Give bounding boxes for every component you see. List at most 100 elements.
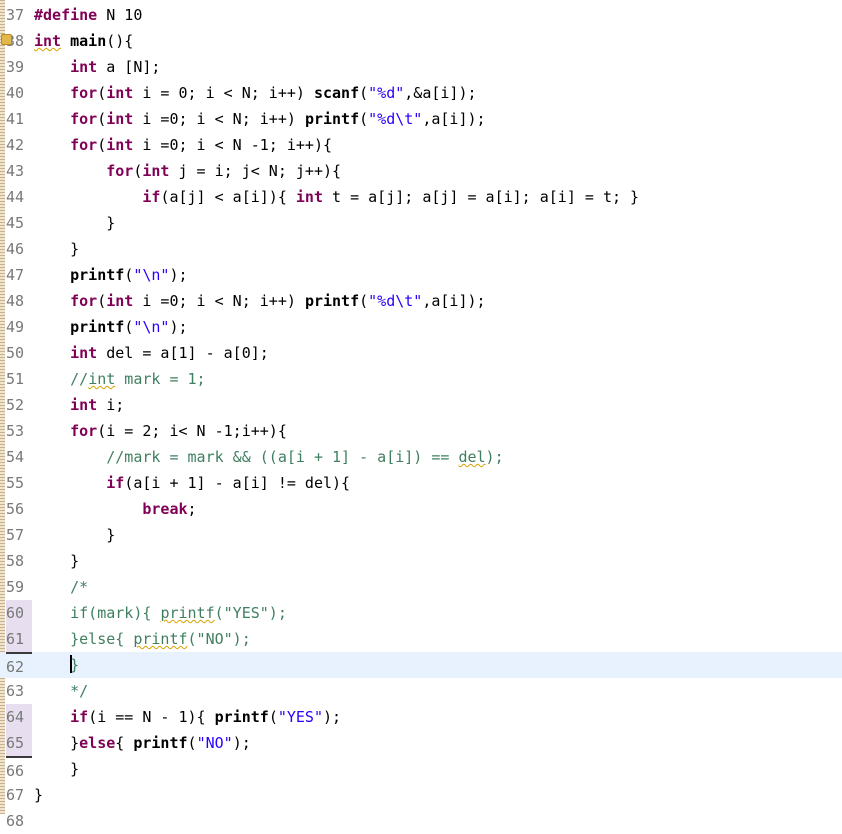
code-token: ( (97, 110, 107, 128)
code-text[interactable]: } (34, 522, 115, 548)
code-text[interactable]: for(i = 2; i< N -1;i++){ (34, 418, 287, 444)
code-text[interactable]: } (34, 548, 79, 574)
code-line[interactable]: 68 (0, 808, 842, 834)
code-line[interactable]: 58 } (0, 548, 842, 574)
code-token: ,a[i]); (422, 292, 486, 310)
code-text[interactable]: */ (34, 678, 88, 704)
code-line[interactable]: 46 } (0, 236, 842, 262)
code-line[interactable]: 61 }else{ printf("NO"); (0, 626, 842, 652)
code-text[interactable]: int a [N]; (34, 54, 160, 80)
code-line[interactable]: 48 for(int i =0; i < N; i++) printf("%d\… (0, 288, 842, 314)
code-text[interactable]: int i; (34, 392, 124, 418)
code-text[interactable]: #define N 10 (34, 2, 142, 28)
code-line[interactable]: 39 int a [N]; (0, 54, 842, 80)
code-token: int (34, 32, 62, 50)
code-text[interactable]: for(int i =0; i < N; i++) printf("%d\t",… (34, 106, 485, 132)
code-line[interactable]: 67} (0, 782, 842, 808)
code-text[interactable]: } (34, 652, 79, 678)
code-line[interactable]: 59 /* (0, 574, 842, 600)
code-token: del (458, 448, 486, 466)
line-number: 59 (6, 578, 25, 596)
code-text[interactable]: } (34, 210, 115, 236)
code-token: printf (133, 630, 188, 648)
code-token: ("NO"); (187, 630, 251, 648)
code-text[interactable]: if(i == N - 1){ printf("YES"); (34, 704, 341, 730)
code-text[interactable]: break; (34, 496, 196, 522)
code-line[interactable]: 64 if(i == N - 1){ printf("YES"); (0, 704, 842, 730)
code-line[interactable]: 55 if(a[i + 1] - a[i] != del){ (0, 470, 842, 496)
code-text[interactable]: } (34, 236, 79, 262)
code-text[interactable]: for(int i =0; i < N -1; i++){ (34, 132, 332, 158)
code-line[interactable]: 45 } (0, 210, 842, 236)
code-text[interactable]: for(int i = 0; i < N; i++) scanf("%d",&a… (34, 80, 476, 106)
code-line[interactable]: 57 } (0, 522, 842, 548)
code-text[interactable]: if(a[i + 1] - a[i] != del){ (34, 470, 350, 496)
code-text[interactable]: int main(){ (34, 28, 133, 54)
code-token: scanf (313, 84, 360, 102)
code-text[interactable]: for(int j = i; j< N; j++){ (34, 158, 341, 184)
code-token: del = a[1] - a[0]; (97, 344, 269, 362)
code-token: int (88, 370, 116, 388)
code-line[interactable]: 52 int i; (0, 392, 842, 418)
code-line[interactable]: 40 for(int i = 0; i < N; i++) scanf("%d"… (0, 80, 842, 106)
code-line[interactable]: 65 }else{ printf("NO"); (0, 730, 842, 756)
line-number: 63 (6, 682, 25, 700)
code-text[interactable]: }else{ printf("NO"); (34, 626, 251, 652)
code-token: }else{ (70, 630, 134, 648)
code-text[interactable]: //mark = mark && ((a[i + 1] - a[i]) == d… (34, 444, 503, 470)
code-text[interactable]: if(mark){ printf("YES"); (34, 600, 287, 626)
code-token: for (106, 162, 134, 180)
code-token: printf (70, 318, 125, 336)
code-token: } (34, 734, 80, 752)
code-line[interactable]: 60 if(mark){ printf("YES"); (0, 600, 842, 626)
code-text[interactable]: } (34, 756, 79, 782)
code-line[interactable]: 51 //int mark = 1; (0, 366, 842, 392)
code-line[interactable]: 37 #define N 10 (0, 2, 842, 28)
code-text[interactable]: } (34, 782, 43, 808)
code-line[interactable]: 56 break; (0, 496, 842, 522)
code-line[interactable]: 63 */ (0, 678, 842, 704)
code-text[interactable]: for(int i =0; i < N; i++) printf("%d\t",… (34, 288, 486, 314)
code-line[interactable]: 62 } (0, 652, 842, 678)
line-number: 44 (6, 188, 25, 206)
code-line[interactable]: 38 int main(){ (0, 28, 842, 54)
code-text[interactable]: }else{ printf("NO"); (34, 730, 251, 756)
code-line[interactable]: 42 for(int i =0; i < N -1; i++){ (0, 132, 842, 158)
code-line[interactable]: 54 //mark = mark && ((a[i + 1] - a[i]) =… (0, 444, 842, 470)
code-editor[interactable]: 37 #define N 10 38 int main(){39 int a [N];… (0, 0, 842, 830)
code-token: t = a[j]; a[j] = a[i]; a[i] = t; } (323, 188, 640, 206)
code-line[interactable]: 47 printf("\n"); (0, 262, 842, 288)
code-line[interactable]: 49 printf("\n"); (0, 314, 842, 340)
code-text[interactable]: //int mark = 1; (34, 366, 205, 392)
line-number: 47 (6, 266, 25, 284)
line-number: 40 (6, 84, 25, 102)
line-number: 45 (6, 214, 25, 232)
code-line[interactable]: 53 for(i = 2; i< N -1;i++){ (0, 418, 842, 444)
code-text[interactable]: int del = a[1] - a[0]; (34, 340, 269, 366)
code-token: int (106, 292, 134, 310)
code-text[interactable]: /* (34, 574, 88, 600)
code-line[interactable]: 44 if(a[j] < a[i]){ int t = a[j]; a[j] =… (0, 184, 842, 210)
line-number: 41 (6, 110, 25, 128)
code-token: for (70, 110, 98, 128)
code-line[interactable]: 41 for(int i =0; i < N; i++) printf("%d\… (0, 106, 842, 132)
code-token: (a[i + 1] - a[i] != del){ (124, 474, 351, 492)
code-text[interactable]: if(a[j] < a[i]){ int t = a[j]; a[j] = a[… (34, 184, 639, 210)
line-number: 65 (6, 730, 32, 756)
code-line[interactable]: 66 } (0, 756, 842, 782)
code-text[interactable]: printf("\n"); (34, 262, 187, 288)
code-token: (i = 2; i< N -1;i++){ (97, 422, 287, 440)
code-line[interactable]: 50 int del = a[1] - a[0]; (0, 340, 842, 366)
warning-marker-icon[interactable] (1, 34, 12, 45)
code-line[interactable]: 43 for(int j = i; j< N; j++){ (0, 158, 842, 184)
line-number: 66 (6, 756, 32, 784)
code-token: } (34, 786, 44, 804)
code-token: } (34, 552, 80, 570)
code-token: for (70, 292, 98, 310)
code-text[interactable]: printf("\n"); (34, 314, 187, 340)
code-token: a [N]; (97, 58, 161, 76)
